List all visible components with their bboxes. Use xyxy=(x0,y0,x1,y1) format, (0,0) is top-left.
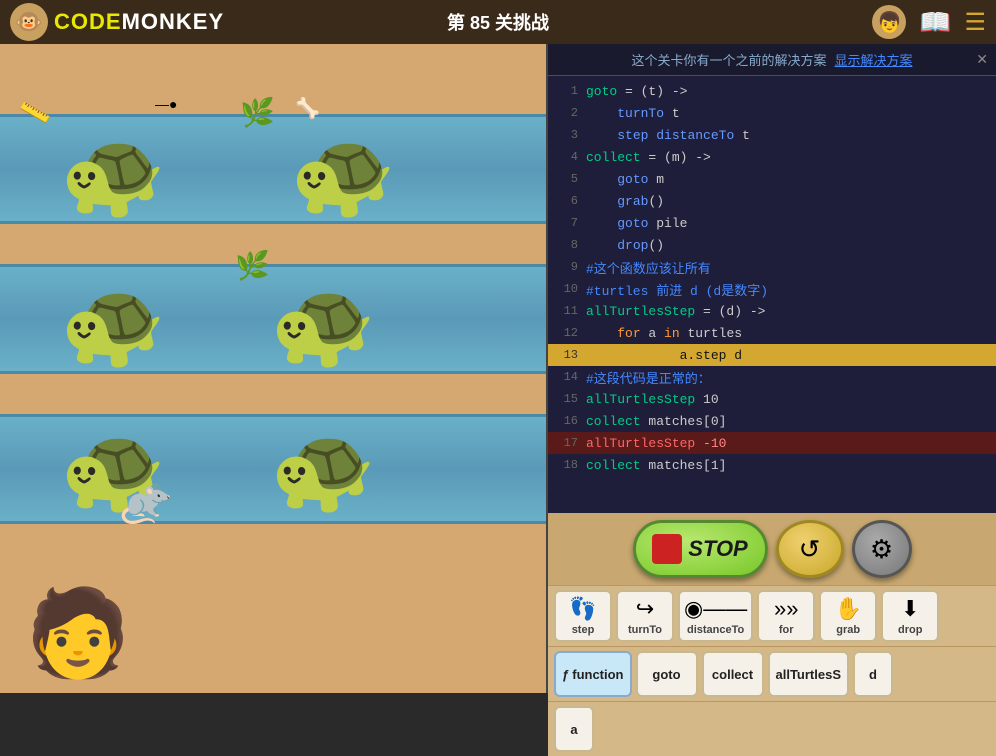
creature-icon: 🐀 xyxy=(120,474,175,526)
code-panel: 这个关卡你有一个之前的解决方案 显示解决方案 ✕ 1 goto = (t) ->… xyxy=(546,44,996,693)
code-line-1: 1 goto = (t) -> xyxy=(548,80,996,102)
menu-icon[interactable]: ☰ xyxy=(964,8,986,37)
distanceto-tool-button[interactable]: ◉—— distanceTo xyxy=(678,590,753,642)
code-line-16: 16 collect matches[0] xyxy=(548,410,996,432)
level-title: 第 85 关挑战 xyxy=(447,9,549,35)
drop-label: drop xyxy=(898,624,922,636)
game-panel: 📏 —● 🌿 🦴 🌿 🐢 🐢 🐢 🐢 🐢 🐢 🐀 🧑 xyxy=(0,44,546,693)
top-bar: 🐵 CODEmonkey 第 85 关挑战 👦 📖 ☰ xyxy=(0,0,996,44)
goto-label: goto xyxy=(652,667,680,682)
refresh-icon: ↺ xyxy=(799,534,821,565)
grab-label: grab xyxy=(836,624,860,636)
d-tool-button[interactable]: d xyxy=(853,651,893,697)
code-line-7: 7 goto pile xyxy=(548,212,996,234)
step-tool-button[interactable]: 👣 step xyxy=(554,590,612,642)
code-line-8: 8 drop() xyxy=(548,234,996,256)
turnto-icon: ↪ xyxy=(636,596,654,622)
notice-close-button[interactable]: ✕ xyxy=(976,51,988,68)
code-line-18: 18 collect matches[1] xyxy=(548,454,996,476)
a-label: a xyxy=(570,722,577,737)
for-label: for xyxy=(779,624,794,636)
top-right-icons: 👦 📖 ☰ xyxy=(872,5,986,39)
toolbar-row-1: 👣 step ↪ turnTo ◉—— distanceTo »» for ✋ xyxy=(548,585,996,646)
grab-tool-button[interactable]: ✋ grab xyxy=(819,590,877,642)
step-label: step xyxy=(572,624,595,636)
gear-icon: ⚙ xyxy=(870,534,893,565)
logo-area: 🐵 CODEmonkey xyxy=(0,3,250,41)
stop-square-icon xyxy=(652,534,682,564)
toolbar-row-3: a xyxy=(548,701,996,756)
allturtles-label: allTurtlesS xyxy=(776,667,842,682)
code-line-3: 3 step distanceTo t xyxy=(548,124,996,146)
code-line-12: 12 for a in turtles xyxy=(548,322,996,344)
code-line-2: 2 turnTo t xyxy=(548,102,996,124)
player-character: 🧑 xyxy=(25,583,131,683)
logo-monkey-icon: 🐵 xyxy=(10,3,48,41)
code-line-5: 5 goto m xyxy=(548,168,996,190)
function-tool-button[interactable]: ƒ function xyxy=(554,651,632,697)
stop-button[interactable]: STOP xyxy=(633,520,768,578)
step-icon: 👣 xyxy=(569,596,596,622)
plant-deco-2: 🌿 xyxy=(235,249,270,282)
code-line-15: 15 allTurtlesStep 10 xyxy=(548,388,996,410)
distanceto-label: distanceTo xyxy=(687,624,744,636)
for-icon: »» xyxy=(774,596,798,622)
turtle-6: 🐢 xyxy=(270,419,376,519)
notice-text: 这个关卡你有一个之前的解决方案 xyxy=(631,50,826,69)
bottom-controls: STOP ↺ ⚙ 👣 step ↪ turnTo xyxy=(548,513,996,693)
distanceto-icon: ◉—— xyxy=(684,596,747,622)
notice-bar: 这个关卡你有一个之前的解决方案 显示解决方案 ✕ xyxy=(548,44,996,76)
code-line-11: 11 allTurtlesStep = (d) -> xyxy=(548,300,996,322)
code-line-10: 10 #turtles 前进 d (d是数字) xyxy=(548,278,996,300)
stop-label: STOP xyxy=(688,536,748,562)
code-editor[interactable]: 1 goto = (t) -> 2 turnTo t 3 step distan… xyxy=(548,76,996,513)
collect-tool-button[interactable]: collect xyxy=(702,651,764,697)
avatar-icon[interactable]: 👦 xyxy=(872,5,906,39)
function-icon: ƒ xyxy=(562,667,569,682)
logo-text: CODEmonkey xyxy=(54,9,224,35)
show-solution-link[interactable]: 显示解决方案 xyxy=(835,50,913,69)
turtle-3: 🐢 xyxy=(60,274,166,374)
code-line-14: 14 #这段代码是正常的： xyxy=(548,366,996,388)
bone-deco: 🦴 xyxy=(295,96,320,121)
turtle-2: 🐢 xyxy=(290,124,396,224)
d-label: d xyxy=(869,667,877,682)
turtle-4: 🐢 xyxy=(270,274,376,374)
allturtles-tool-button[interactable]: allTurtlesS xyxy=(768,651,850,697)
drop-icon: ⬇ xyxy=(901,596,919,622)
code-line-13: 13 a.step d xyxy=(548,344,996,366)
code-line-6: 6 grab() xyxy=(548,190,996,212)
code-line-17: 17 allTurtlesStep -10 xyxy=(548,432,996,454)
for-tool-button[interactable]: »» for xyxy=(757,590,815,642)
turtle-1: 🐢 xyxy=(60,124,166,224)
grab-icon: ✋ xyxy=(835,596,862,622)
code-line-4: 4 collect = (m) -> xyxy=(548,146,996,168)
drop-tool-button[interactable]: ⬇ drop xyxy=(881,590,939,642)
goto-tool-button[interactable]: goto xyxy=(636,651,698,697)
main-layout: 📏 —● 🌿 🦴 🌿 🐢 🐢 🐢 🐢 🐢 🐢 🐀 🧑 这个关卡你有一个之前的解决… xyxy=(0,44,996,693)
code-line-9: 9 #这个函数应该让所有 xyxy=(548,256,996,278)
turnto-tool-button[interactable]: ↪ turnTo xyxy=(616,590,674,642)
refresh-button[interactable]: ↺ xyxy=(776,520,844,578)
turnto-label: turnTo xyxy=(628,624,662,636)
plant-deco-1: 🌿 xyxy=(240,96,275,129)
gear-button[interactable]: ⚙ xyxy=(852,520,912,578)
function-label: function xyxy=(572,667,623,682)
stick-deco: —● xyxy=(155,96,177,112)
a-tool-button[interactable]: a xyxy=(554,706,594,752)
collect-label: collect xyxy=(712,667,753,682)
book-icon[interactable]: 📖 xyxy=(918,5,952,39)
stop-area: STOP ↺ ⚙ xyxy=(548,513,996,585)
